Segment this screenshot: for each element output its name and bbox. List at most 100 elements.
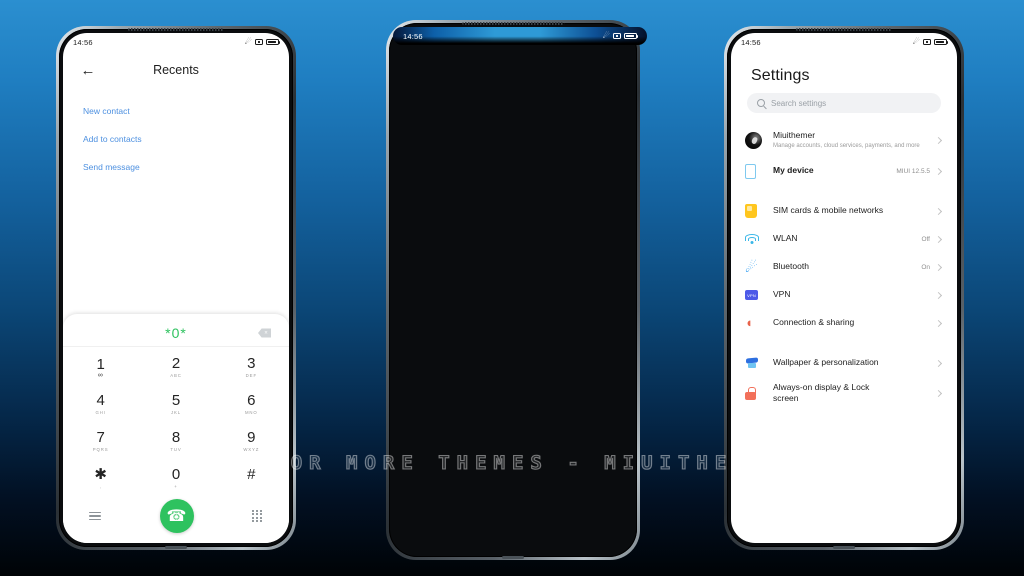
settings-item-wlan[interactable]: WLAN Off bbox=[731, 225, 957, 253]
key-sublabel: GHI bbox=[95, 409, 106, 415]
alarm-icon bbox=[923, 39, 931, 45]
key-number: 2 bbox=[171, 355, 181, 373]
key-sublabel: + bbox=[174, 483, 178, 489]
item-title: Miuithemer bbox=[773, 129, 816, 140]
chevron-right-icon bbox=[934, 291, 943, 299]
settings-item-wallpaper[interactable]: Wallpaper & personalization bbox=[731, 349, 957, 377]
search-input[interactable]: Search settings bbox=[747, 93, 941, 113]
item-value: MIUI 12.5.5 bbox=[896, 167, 930, 175]
key-number: 8 bbox=[171, 429, 181, 447]
bluetooth-icon: ☄ bbox=[912, 37, 920, 46]
key-hash[interactable]: # bbox=[214, 460, 289, 497]
bottom-port bbox=[165, 546, 187, 549]
icon-slot: ☄ bbox=[745, 260, 773, 274]
settings-item-always-on-display[interactable]: Always-on display & Lock screen bbox=[731, 377, 957, 409]
call-icon[interactable]: ☎ bbox=[159, 499, 194, 533]
item-title: Wallpaper & personalization bbox=[773, 357, 879, 368]
phone-left-screen: 14:56 ☄ ← Recents New contact Add to con… bbox=[63, 33, 289, 543]
chevron-right-icon bbox=[934, 207, 943, 215]
key-4[interactable]: 4 GHI bbox=[63, 386, 138, 423]
status-bar: 14:56 ☄ bbox=[393, 27, 647, 45]
page-title: Settings bbox=[751, 67, 810, 84]
item-text: Connection & sharing bbox=[773, 317, 936, 328]
settings-item-bluetooth[interactable]: ☄ Bluetooth On bbox=[731, 253, 957, 281]
item-title: Always-on display & Lock screen bbox=[773, 381, 870, 403]
icon-slot bbox=[745, 233, 773, 245]
sim-icon bbox=[745, 204, 757, 218]
icon-slot: ◖ bbox=[745, 316, 773, 330]
icon-slot bbox=[745, 357, 773, 370]
dial-display: *0* × bbox=[63, 320, 289, 346]
key-number: 1 bbox=[96, 356, 105, 374]
icon-slot bbox=[745, 163, 773, 179]
avatar bbox=[745, 131, 762, 149]
key-5[interactable]: 5 JKL bbox=[138, 386, 213, 423]
item-text: Wallpaper & personalization bbox=[773, 357, 936, 368]
key-sublabel: PQRS bbox=[92, 446, 109, 452]
settings-item-account[interactable]: Miuithemer Manage accounts, cloud servic… bbox=[731, 123, 957, 157]
key-sublabel: JKL bbox=[170, 409, 182, 415]
keypad-icon[interactable] bbox=[252, 510, 263, 522]
battery-icon bbox=[624, 32, 639, 40]
chevron-right-icon bbox=[934, 263, 943, 271]
chevron-right-icon bbox=[934, 359, 943, 367]
key-9[interactable]: 9 WXYZ bbox=[214, 423, 289, 460]
status-icons: ☄ bbox=[602, 31, 639, 40]
key-8[interactable]: 8 TUV bbox=[138, 423, 213, 460]
item-text: SIM cards & mobile networks bbox=[773, 205, 936, 216]
key-number: 7 bbox=[96, 429, 105, 447]
search-placeholder: Search settings bbox=[771, 98, 827, 108]
alarm-icon bbox=[255, 39, 263, 45]
vpn-icon: VPN bbox=[745, 290, 758, 300]
chevron-right-icon bbox=[934, 319, 943, 327]
settings-item-sim-cards[interactable]: SIM cards & mobile networks bbox=[731, 197, 957, 225]
key-number: 5 bbox=[171, 392, 181, 410]
battery-icon bbox=[934, 38, 949, 46]
key-2[interactable]: 2 ABC bbox=[138, 349, 213, 386]
connection-sharing-icon: ◖ bbox=[745, 315, 753, 330]
add-to-contacts-link[interactable]: Add to contacts bbox=[83, 127, 269, 155]
settings-item-connection-sharing[interactable]: ◖ Connection & sharing bbox=[731, 309, 957, 337]
chevron-right-icon bbox=[934, 167, 943, 175]
bluetooth-icon: ☄ bbox=[244, 37, 252, 46]
settings-item-vpn[interactable]: VPN VPN bbox=[731, 281, 957, 309]
battery-icon bbox=[266, 38, 281, 46]
key-sublabel: MNO bbox=[244, 409, 258, 415]
item-value: Off bbox=[921, 235, 930, 243]
item-subtitle: Manage accounts, cloud services, payment… bbox=[773, 142, 920, 149]
key-1[interactable]: 1 ∞ bbox=[63, 349, 138, 386]
send-message-link[interactable]: Send message bbox=[83, 155, 269, 183]
key-number: 3 bbox=[247, 355, 256, 373]
dialpad-keys: 1 ∞ 2 ABC 3 DEF 4 GHI 5 JKL 6 MNO 7 PQRS… bbox=[63, 349, 289, 497]
backspace-icon[interactable]: × bbox=[258, 328, 271, 338]
back-arrow-icon[interactable]: ← bbox=[79, 61, 97, 79]
phone-right: 14:56 ☄ Settings Search settings Miuithe… bbox=[724, 26, 964, 550]
item-title: Bluetooth bbox=[773, 261, 809, 272]
key-number: 9 bbox=[247, 429, 256, 447]
divider bbox=[63, 346, 289, 347]
icon-slot bbox=[745, 131, 773, 149]
key-7[interactable]: 7 PQRS bbox=[63, 423, 138, 460]
item-text: WLAN bbox=[773, 233, 921, 244]
bluetooth-icon: ☄ bbox=[602, 31, 610, 40]
new-contact-link[interactable]: New contact bbox=[83, 99, 269, 127]
phone-center: 14:56 ☄ bbox=[386, 20, 647, 560]
key-sublabel: DEF bbox=[245, 372, 257, 378]
key-star[interactable]: ✱ , bbox=[63, 460, 138, 497]
item-text: VPN bbox=[773, 289, 936, 300]
key-number: ✱ bbox=[94, 466, 107, 484]
key-sublabel: , bbox=[99, 483, 102, 489]
key-0[interactable]: 0 + bbox=[138, 460, 213, 497]
key-3[interactable]: 3 DEF bbox=[214, 349, 289, 386]
key-sublabel: ∞ bbox=[97, 371, 104, 379]
menu-icon[interactable] bbox=[89, 511, 101, 521]
key-sublabel: TUV bbox=[170, 446, 182, 452]
phone-inner-frame bbox=[389, 23, 637, 557]
key-6[interactable]: 6 MNO bbox=[214, 386, 289, 423]
settings-item-my-device[interactable]: My device MIUI 12.5.5 bbox=[731, 157, 957, 185]
chevron-right-icon bbox=[934, 136, 943, 144]
status-time: 14:56 bbox=[741, 37, 761, 47]
item-value: On bbox=[921, 263, 930, 271]
search-icon bbox=[757, 99, 765, 107]
